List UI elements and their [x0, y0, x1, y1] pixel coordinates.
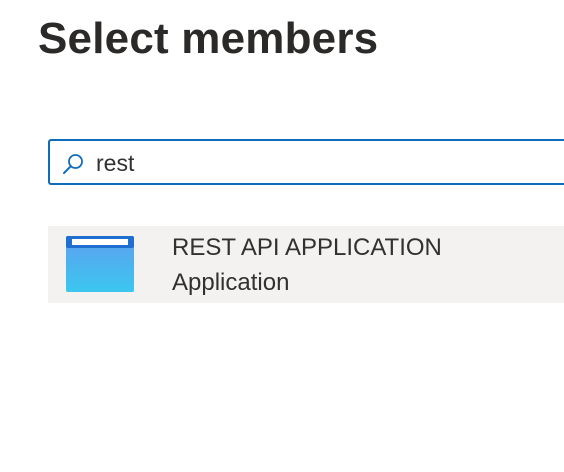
application-icon [66, 236, 134, 292]
result-name: REST API APPLICATION [172, 234, 442, 261]
search-input[interactable] [96, 147, 564, 179]
result-type: Application [172, 269, 290, 296]
search-icon [61, 152, 85, 176]
page-title: Select members [38, 14, 379, 63]
list-item[interactable]: REST API APPLICATION Application [48, 226, 564, 303]
search-box[interactable] [48, 139, 564, 185]
select-members-panel: Select members REST A [0, 0, 564, 472]
